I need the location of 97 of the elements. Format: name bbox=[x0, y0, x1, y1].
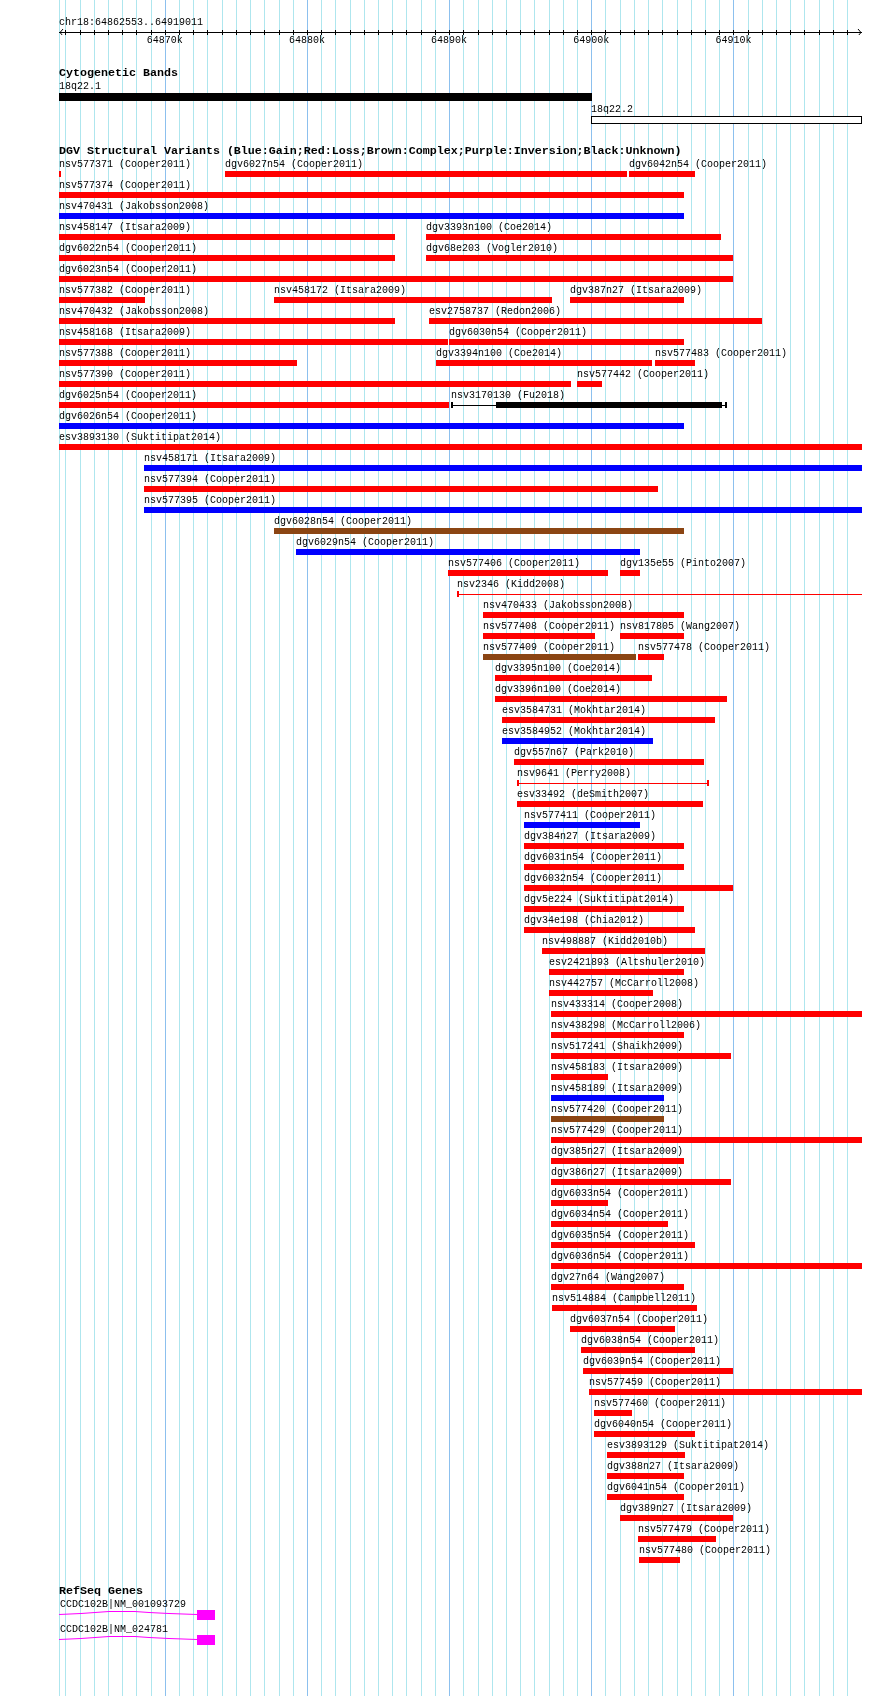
band-label: 18q22.2 bbox=[591, 104, 633, 115]
variant-label: esv33492 (deSmith2007) bbox=[517, 789, 650, 801]
variant-label: dgv6037n54 (Cooper2011) bbox=[570, 1314, 709, 1326]
variant-label: nsv577394 (Cooper2011) bbox=[144, 474, 277, 486]
variant-label: nsv577390 (Cooper2011) bbox=[59, 369, 192, 381]
variant-label: dgv6032n54 (Cooper2011) bbox=[524, 873, 663, 885]
variant-label: nsv433314 (Cooper2008) bbox=[551, 999, 684, 1011]
coordinate-range-label: chr18:64862553..64919011 bbox=[59, 18, 204, 28]
variant-label: nsv577374 (Cooper2011) bbox=[59, 180, 192, 192]
variant-label: nsv577429 (Cooper2011) bbox=[551, 1125, 684, 1137]
variant-label: nsv577460 (Cooper2011) bbox=[594, 1398, 727, 1410]
variant-label: dgv6042n54 (Cooper2011) bbox=[629, 159, 768, 171]
variant-label: nsv517241 (Shaikh2009) bbox=[551, 1041, 684, 1053]
variant-label: dgv6034n54 (Cooper2011) bbox=[551, 1209, 690, 1221]
variant-label: nsv577409 (Cooper2011) bbox=[483, 642, 616, 654]
variant-label: nsv577442 (Cooper2011) bbox=[577, 369, 710, 381]
variant-label: nsv577480 (Cooper2011) bbox=[639, 1545, 772, 1557]
variant-label: esv2758737 (Redon2006) bbox=[429, 306, 562, 318]
variant-label: nsv577411 (Cooper2011) bbox=[524, 810, 657, 822]
track-title: DGV Structural Variants (Blue:Gain;Red:Loss;Brown:Complex;Purple:Inversion;Black:Unknown) bbox=[59, 145, 682, 158]
tick-label: 64890k bbox=[431, 35, 468, 46]
variant-label: nsv458172 (Itsara2009) bbox=[274, 285, 407, 297]
variant-label: dgv386n27 (Itsara2009) bbox=[551, 1167, 684, 1179]
variant-label: dgv5e224 (Suktitipat2014) bbox=[524, 894, 675, 906]
variant-label: dgv6040n54 (Cooper2011) bbox=[594, 1419, 733, 1431]
variant-label: esv3584952 (Mokhtar2014) bbox=[502, 726, 647, 738]
variant-label: nsv498887 (Kidd2010b) bbox=[542, 936, 669, 948]
tick-label: 64870k bbox=[146, 35, 183, 46]
variant-label: esv3584731 (Mokhtar2014) bbox=[502, 705, 647, 717]
variant-label: nsv438298 (McCarroll2006) bbox=[551, 1020, 702, 1032]
variant-label: dgv6029n54 (Cooper2011) bbox=[296, 537, 435, 549]
variant-label: dgv6026n54 (Cooper2011) bbox=[59, 411, 198, 423]
variant-label: dgv389n27 (Itsara2009) bbox=[620, 1503, 753, 1515]
variant-label: dgv3396n100 (Coe2014) bbox=[495, 684, 622, 696]
variant-label: dgv135e55 (Pinto2007) bbox=[620, 558, 747, 570]
variant-label: nsv470432 (Jakobsson2008) bbox=[59, 306, 210, 318]
variant-label: dgv388n27 (Itsara2009) bbox=[607, 1461, 740, 1473]
variant-label: nsv514884 (Campbell2011) bbox=[552, 1293, 697, 1305]
variant-label: nsv458183 (Itsara2009) bbox=[551, 1062, 684, 1074]
gene-label: CCDC102B|NM_001093729 bbox=[60, 1599, 187, 1610]
variant-label: dgv6035n54 (Cooper2011) bbox=[551, 1230, 690, 1242]
variant-label: nsv458171 (Itsara2009) bbox=[144, 453, 277, 465]
variant-label: dgv557n67 (Park2010) bbox=[514, 747, 635, 759]
variant-label: dgv6025n54 (Cooper2011) bbox=[59, 390, 198, 402]
variant-label: esv3893129 (Suktitipat2014) bbox=[607, 1440, 770, 1452]
variant-label: nsv2346 (Kidd2008) bbox=[457, 579, 566, 591]
variant-label: nsv577459 (Cooper2011) bbox=[589, 1377, 722, 1389]
variant-label: dgv6030n54 (Cooper2011) bbox=[449, 327, 588, 339]
variant-label: dgv6038n54 (Cooper2011) bbox=[581, 1335, 720, 1347]
variant-label: dgv384n27 (Itsara2009) bbox=[524, 831, 657, 843]
variant-label: dgv6031n54 (Cooper2011) bbox=[524, 852, 663, 864]
variant-label: dgv387n27 (Itsara2009) bbox=[570, 285, 703, 297]
variant-label: nsv577388 (Cooper2011) bbox=[59, 348, 192, 360]
variant-label: dgv6023n54 (Cooper2011) bbox=[59, 264, 198, 276]
variant-label: dgv6033n54 (Cooper2011) bbox=[551, 1188, 690, 1200]
variant-label: esv3893130 (Suktitipat2014) bbox=[59, 432, 222, 444]
variant-label: nsv577408 (Cooper2011) bbox=[483, 621, 616, 633]
variant-label: dgv6041n54 (Cooper2011) bbox=[607, 1482, 746, 1494]
gene-label: CCDC102B|NM_024781 bbox=[60, 1624, 169, 1635]
variant-label: nsv470431 (Jakobsson2008) bbox=[59, 201, 210, 213]
variant-label: dgv385n27 (Itsara2009) bbox=[551, 1146, 684, 1158]
variant-label: dgv6036n54 (Cooper2011) bbox=[551, 1251, 690, 1263]
variant-label: dgv6028n54 (Cooper2011) bbox=[274, 516, 413, 528]
variant-label: nsv458168 (Itsara2009) bbox=[59, 327, 192, 339]
variant-label: nsv577420 (Cooper2011) bbox=[551, 1104, 684, 1116]
tick-label: 64900k bbox=[573, 35, 610, 46]
variant-label: esv2421893 (Altshuler2010) bbox=[549, 957, 706, 969]
variant-label: nsv577483 (Cooper2011) bbox=[655, 348, 788, 360]
variant-label: dgv3393n100 (Coe2014) bbox=[426, 222, 553, 234]
variant-label: nsv9641 (Perry2008) bbox=[517, 768, 632, 780]
variant-label: dgv27n64 (Wang2007) bbox=[551, 1272, 666, 1284]
variant-label: dgv34e198 (Chia2012) bbox=[524, 915, 645, 927]
tick-label: 64880k bbox=[289, 35, 325, 46]
variant-label: dgv68e203 (Vogler2010) bbox=[426, 243, 559, 255]
variant-label: nsv577406 (Cooper2011) bbox=[448, 558, 581, 570]
variant-label: nsv458189 (Itsara2009) bbox=[551, 1083, 684, 1095]
variant-label: dgv6039n54 (Cooper2011) bbox=[583, 1356, 722, 1368]
variant-label: dgv3395n100 (Coe2014) bbox=[495, 663, 622, 675]
variant-label: nsv458147 (Itsara2009) bbox=[59, 222, 192, 234]
band-label: 18q22.1 bbox=[59, 81, 101, 92]
exon-block bbox=[197, 1635, 215, 1645]
track-title: RefSeq Genes bbox=[59, 1585, 143, 1598]
track-title: Cytogenetic Bands bbox=[59, 67, 178, 80]
variant-label: nsv577479 (Cooper2011) bbox=[638, 1524, 771, 1536]
variant-label: nsv577395 (Cooper2011) bbox=[144, 495, 277, 507]
variant-label: nsv3170130 (Fu2018) bbox=[451, 390, 566, 402]
variant-label: dgv6022n54 (Cooper2011) bbox=[59, 243, 198, 255]
variant-label: nsv577478 (Cooper2011) bbox=[638, 642, 771, 654]
variant-label: nsv470433 (Jakobsson2008) bbox=[483, 600, 634, 612]
variant-label: nsv442757 (McCarroll2008) bbox=[549, 978, 700, 990]
variant-label: nsv817805 (Wang2007) bbox=[620, 621, 741, 633]
exon-block bbox=[197, 1610, 215, 1620]
tick-label: 64910k bbox=[715, 35, 752, 46]
variant-label: nsv577371 (Cooper2011) bbox=[59, 159, 192, 171]
variant-label: nsv577382 (Cooper2011) bbox=[59, 285, 192, 297]
variant-label: dgv3394n100 (Coe2014) bbox=[436, 348, 563, 360]
variant-label: dgv6027n54 (Cooper2011) bbox=[225, 159, 364, 171]
